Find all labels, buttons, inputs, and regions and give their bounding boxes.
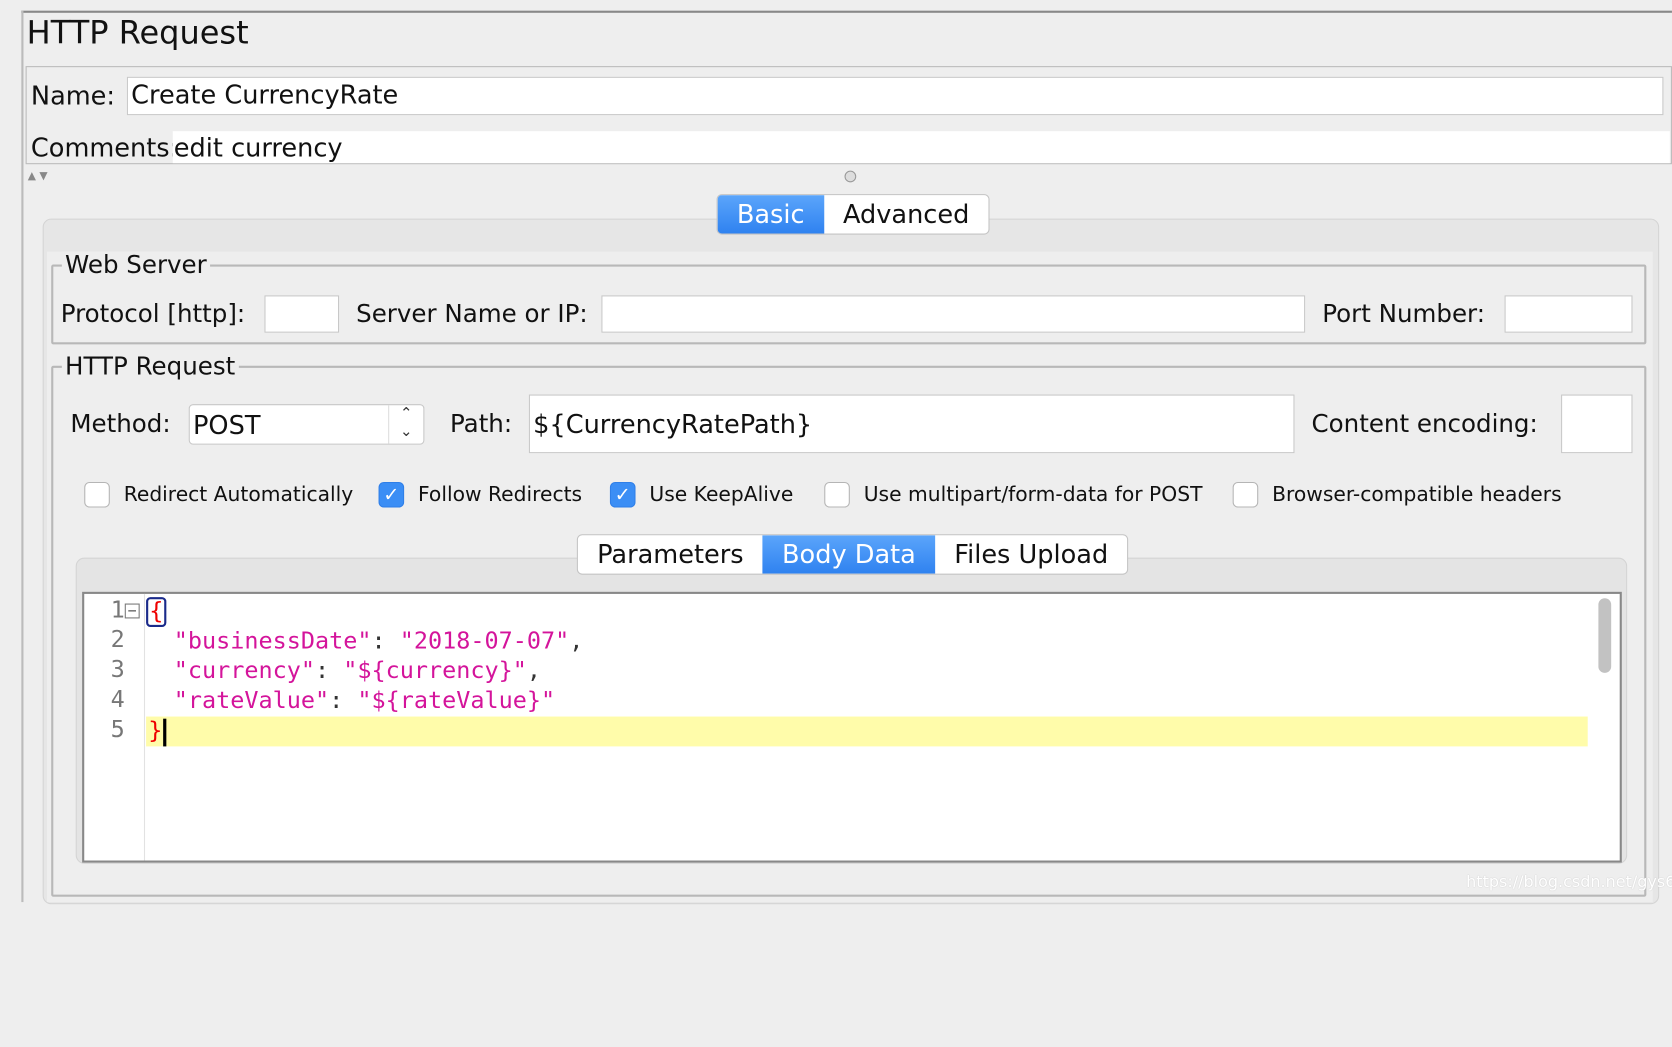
left-border bbox=[21, 10, 24, 903]
comments-input[interactable]: edit currency bbox=[172, 131, 1670, 164]
code-line: "businessDate": "2018-07-07", bbox=[173, 628, 584, 655]
tab-basic[interactable]: Basic bbox=[717, 195, 824, 234]
http-request-legend: HTTP Request bbox=[61, 352, 239, 381]
web-server-legend: Web Server bbox=[61, 251, 210, 280]
watermark: https://blog.csdn.net/gys686 bbox=[1466, 872, 1672, 892]
name-input[interactable]: Create CurrencyRate bbox=[126, 76, 1664, 116]
chevron-updown-icon: ⌃ ⌄ bbox=[388, 405, 423, 444]
line-number: 3 bbox=[110, 656, 125, 684]
gutter-divider bbox=[143, 593, 146, 861]
path-input[interactable]: ${CurrencyRatePath} bbox=[528, 394, 1295, 454]
port-input[interactable] bbox=[1504, 295, 1633, 333]
name-label: Name: bbox=[30, 81, 116, 111]
split-handle-icon[interactable] bbox=[844, 170, 857, 183]
body-data-editor[interactable]: 1 − { 2 "businessDate": "2018-07-07", 3 … bbox=[82, 591, 1622, 863]
method-select[interactable]: POST ⌃ ⌄ bbox=[188, 404, 425, 445]
tab-files-upload[interactable]: Files Upload bbox=[935, 535, 1127, 573]
follow-redirects-checkbox[interactable]: ✓ Follow Redirects bbox=[378, 481, 583, 508]
checkbox-label: Use multipart/form-data for POST bbox=[863, 483, 1203, 507]
path-label: Path: bbox=[449, 410, 513, 439]
code-line: "rateValue": "${rateValue}" bbox=[173, 687, 556, 715]
redirect-automatically-checkbox[interactable]: Redirect Automatically bbox=[84, 481, 354, 508]
line-number: 5 bbox=[110, 716, 125, 744]
protocol-input[interactable] bbox=[264, 295, 340, 333]
fold-collapse-icon[interactable]: − bbox=[124, 603, 140, 619]
method-value: POST bbox=[193, 410, 261, 441]
check-icon[interactable]: ✓ bbox=[609, 481, 636, 508]
browser-headers-checkbox[interactable]: Browser-compatible headers bbox=[1232, 481, 1562, 508]
line-number: 1 bbox=[110, 597, 125, 624]
current-line-highlight bbox=[146, 716, 1588, 747]
check-icon[interactable]: ✓ bbox=[378, 481, 405, 508]
line-number: 4 bbox=[110, 686, 125, 714]
code-line: "currency": "${currency}", bbox=[173, 657, 542, 685]
content-encoding-input[interactable] bbox=[1561, 394, 1633, 454]
close-brace: } bbox=[148, 717, 163, 745]
comments-label: Comments: bbox=[30, 133, 179, 164]
protocol-label: Protocol [http]: bbox=[60, 300, 246, 329]
checkbox-label: Redirect Automatically bbox=[123, 483, 354, 507]
server-name-input[interactable] bbox=[601, 295, 1306, 333]
multipart-checkbox[interactable]: Use multipart/form-data for POST bbox=[824, 481, 1203, 508]
tab-parameters[interactable]: Parameters bbox=[578, 535, 763, 573]
line-number: 2 bbox=[110, 626, 125, 654]
checkbox-label: Browser-compatible headers bbox=[1272, 483, 1562, 507]
scrollbar-thumb[interactable] bbox=[1598, 598, 1612, 673]
sub-tabs: Parameters Body Data Files Upload bbox=[576, 534, 1129, 575]
use-keepalive-checkbox[interactable]: ✓ Use KeepAlive bbox=[609, 481, 794, 508]
main-tabs: Basic Advanced bbox=[716, 194, 990, 235]
split-arrows-icon[interactable]: ▲ ▼ bbox=[28, 171, 48, 183]
page-title: HTTP Request bbox=[26, 14, 249, 53]
method-label: Method: bbox=[70, 410, 171, 439]
checkbox-label: Follow Redirects bbox=[417, 483, 583, 507]
content-encoding-label: Content encoding: bbox=[1311, 410, 1538, 439]
server-name-label: Server Name or IP: bbox=[356, 300, 588, 329]
tab-advanced[interactable]: Advanced bbox=[824, 195, 989, 233]
port-label: Port Number: bbox=[1322, 300, 1485, 329]
checkbox-box[interactable] bbox=[824, 481, 850, 508]
checkbox-box[interactable] bbox=[84, 481, 110, 508]
checkbox-box[interactable] bbox=[1232, 481, 1259, 508]
text-cursor bbox=[163, 718, 167, 747]
http-request-panel: HTTP Request Name: Create CurrencyRate C… bbox=[0, 0, 1672, 905]
top-border bbox=[21, 10, 1672, 13]
tab-body-data[interactable]: Body Data bbox=[762, 535, 936, 574]
open-brace: { bbox=[146, 597, 167, 627]
checkbox-label: Use KeepAlive bbox=[649, 483, 794, 507]
